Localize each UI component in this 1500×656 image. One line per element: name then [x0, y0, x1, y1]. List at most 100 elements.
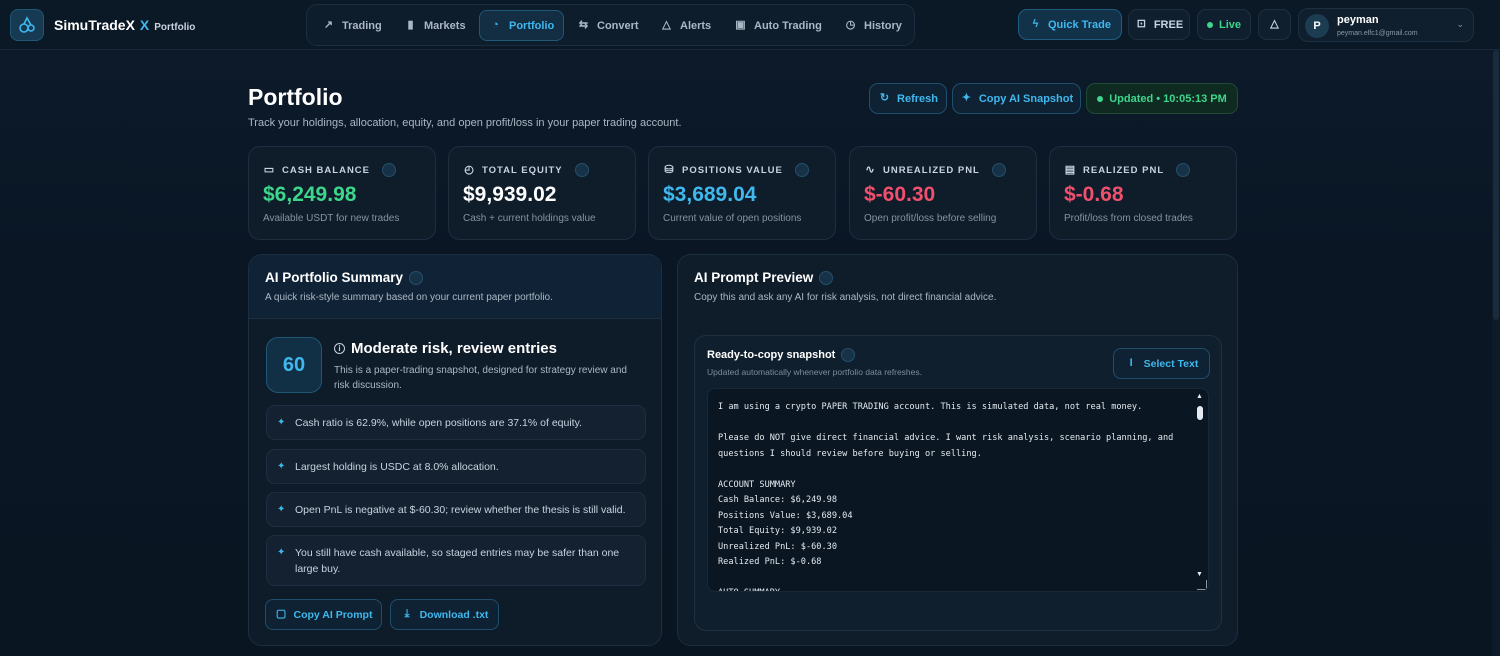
live-status[interactable]: Live: [1197, 9, 1251, 40]
help-icon[interactable]: [794, 163, 809, 177]
ai-portfolio-summary-panel: AI Portfolio Summary A quick risk-style …: [248, 254, 662, 646]
copy-snapshot-label: Copy AI Snapshot: [978, 92, 1074, 105]
stat-card-total-equity: ◴ TOTAL EQUITY $9,939.02 Cash + current h…: [448, 146, 636, 240]
nav-label: Trading: [342, 19, 382, 32]
snapshot-box: Ready-to-copy snapshot Updated automatic…: [694, 335, 1222, 631]
nav-portfolio[interactable]: ◔ Portfolio: [479, 10, 565, 41]
risk-description: This is a paper-trading snapshot, design…: [334, 365, 627, 391]
nav-label: Markets: [424, 19, 466, 32]
notifications-button[interactable]: △: [1258, 9, 1291, 40]
stat-description: Available USDT for new trades: [263, 213, 400, 224]
scroll-up-icon[interactable]: ▲: [1196, 393, 1203, 400]
panel-title-text: AI Prompt Preview: [694, 270, 814, 285]
brand-name: SimuTradeX X Portfolio: [54, 17, 195, 33]
chevron-down-icon: ⌄: [1456, 19, 1464, 29]
main-nav: ↗ Trading ▮ Markets ◔ Portfolio ⇆ Convert △ A…: [306, 4, 915, 46]
download-label: Download .txt: [419, 608, 489, 621]
stat-label: UNREALIZED PNL: [883, 164, 980, 176]
stat-label: CASH BALANCE: [282, 164, 370, 176]
stat-value: $-60.30: [864, 183, 936, 206]
ai-prompt-preview-panel: AI Prompt Preview Copy this and ask any …: [677, 254, 1238, 646]
nav-trading[interactable]: ↗ Trading: [313, 10, 391, 41]
updated-badge: Updated • 10:05:13 PM: [1086, 83, 1238, 114]
help-icon[interactable]: [1176, 163, 1191, 177]
help-icon[interactable]: [574, 163, 589, 177]
panel-header: AI Portfolio Summary A quick risk-style …: [249, 255, 661, 319]
user-menu[interactable]: P peyman peyman.elfc1@gmail.com ⌄: [1298, 8, 1474, 42]
stat-header: ▤ REALIZED PNL: [1064, 163, 1191, 177]
stat-description: Cash + current holdings value: [463, 213, 596, 224]
stat-card-realized-pnl: ▤ REALIZED PNL $-0.68 Profit/loss from cl…: [1049, 146, 1237, 240]
sparkle-icon: ✦: [277, 547, 286, 558]
panel-header: AI Prompt Preview Copy this and ask any …: [678, 255, 1237, 319]
clock-icon: ◷: [845, 19, 856, 31]
swap-icon: ⇆: [578, 19, 589, 31]
clipboard-icon: ▢: [275, 608, 287, 620]
bell-icon: △: [662, 19, 671, 31]
app-logo[interactable]: [10, 9, 44, 41]
scrollbar-thumb[interactable]: [1197, 406, 1203, 420]
page-scrollbar[interactable]: [1492, 50, 1500, 656]
chart-line-icon: ↗: [323, 19, 334, 31]
copy-ai-snapshot-button[interactable]: ✦ Copy AI Snapshot: [952, 83, 1081, 114]
pulse-icon: ∿: [865, 163, 876, 176]
live-label: Live: [1218, 18, 1241, 31]
help-icon[interactable]: [991, 163, 1006, 177]
logo-icon: [19, 16, 35, 33]
receipt-icon: ▤: [1064, 163, 1077, 176]
nav-markets[interactable]: ▮ Markets: [395, 10, 475, 41]
stat-header: ▭ CASH BALANCE: [263, 163, 396, 177]
help-icon[interactable]: [841, 348, 856, 362]
bolt-icon: ϟ: [1032, 18, 1039, 30]
snapshot-subtitle: Updated automatically whenever portfolio…: [707, 367, 922, 377]
stat-header: ◴ TOTAL EQUITY: [463, 163, 589, 177]
sparkle-icon: ✦: [961, 92, 971, 104]
help-icon[interactable]: [409, 270, 424, 285]
panel-title: AI Prompt Preview: [694, 270, 834, 285]
nav-auto-trading[interactable]: ▣ Auto Trading: [725, 10, 831, 41]
live-dot-icon: [1206, 21, 1213, 28]
nav-label: Auto Trading: [754, 19, 822, 32]
quick-trade-button[interactable]: ϟ Quick Trade: [1018, 9, 1122, 40]
brand-x: X: [139, 17, 150, 33]
plan-badge[interactable]: ⊡ FREE: [1128, 9, 1190, 40]
snapshot-title-text: Ready-to-copy snapshot: [707, 349, 836, 361]
download-txt-button[interactable]: ⤓ Download .txt: [390, 599, 499, 630]
copy-prompt-label: Copy AI Prompt: [293, 608, 373, 621]
gauge-icon: ◴: [464, 163, 475, 176]
prompt-textarea[interactable]: I am using a crypto PAPER TRADING accoun…: [707, 388, 1209, 592]
snapshot-title: Ready-to-copy snapshot: [707, 348, 856, 362]
copy-ai-prompt-button[interactable]: ▢ Copy AI Prompt: [265, 599, 382, 630]
stat-label: TOTAL EQUITY: [482, 164, 563, 176]
avatar: P: [1305, 14, 1329, 38]
nav-convert[interactable]: ⇆ Convert: [568, 10, 648, 41]
nav-alerts[interactable]: △ Alerts: [651, 10, 720, 41]
user-email: peyman.elfc1@gmail.com: [1337, 30, 1418, 37]
textarea-scrollbar[interactable]: ▲ ▼: [1196, 393, 1204, 589]
brand-text: SimuTradeX: [54, 17, 135, 33]
quick-trade-label: Quick Trade: [1048, 18, 1111, 31]
risk-title-text: Moderate risk, review entries: [351, 340, 557, 357]
select-text-button[interactable]: I Select Text: [1113, 348, 1210, 379]
coins-icon: ⛁: [664, 163, 675, 176]
nav-history[interactable]: ◷ History: [835, 10, 911, 41]
refresh-button[interactable]: ↻ Refresh: [869, 83, 947, 114]
top-bar: SimuTradeX X Portfolio ↗ Trading ▮ Markets…: [0, 0, 1500, 50]
stat-description: Profit/loss from closed trades: [1064, 213, 1193, 224]
stat-value: $9,939.02: [463, 183, 557, 206]
stat-value: $3,689.04: [663, 183, 757, 206]
scroll-down-icon[interactable]: ▼: [1196, 571, 1203, 578]
stat-label: POSITIONS VALUE: [682, 164, 783, 176]
help-icon[interactable]: [382, 163, 396, 177]
panel-subtitle: Copy this and ask any AI for risk analys…: [694, 292, 997, 303]
resize-handle-icon[interactable]: [1197, 580, 1207, 590]
scrollbar-thumb[interactable]: [1493, 50, 1499, 320]
page-subtitle: Track your holdings, allocation, equity,…: [248, 117, 682, 129]
stat-label: REALIZED PNL: [1083, 164, 1165, 176]
plan-label: FREE: [1153, 18, 1184, 31]
risk-title: i Moderate risk, review entries: [334, 340, 557, 357]
user-name: peyman: [1337, 14, 1379, 26]
insight-item: ✦ Largest holding is USDC at 8.0% allocat…: [266, 449, 646, 484]
help-icon[interactable]: [819, 270, 834, 285]
risk-score: 60: [266, 337, 322, 393]
